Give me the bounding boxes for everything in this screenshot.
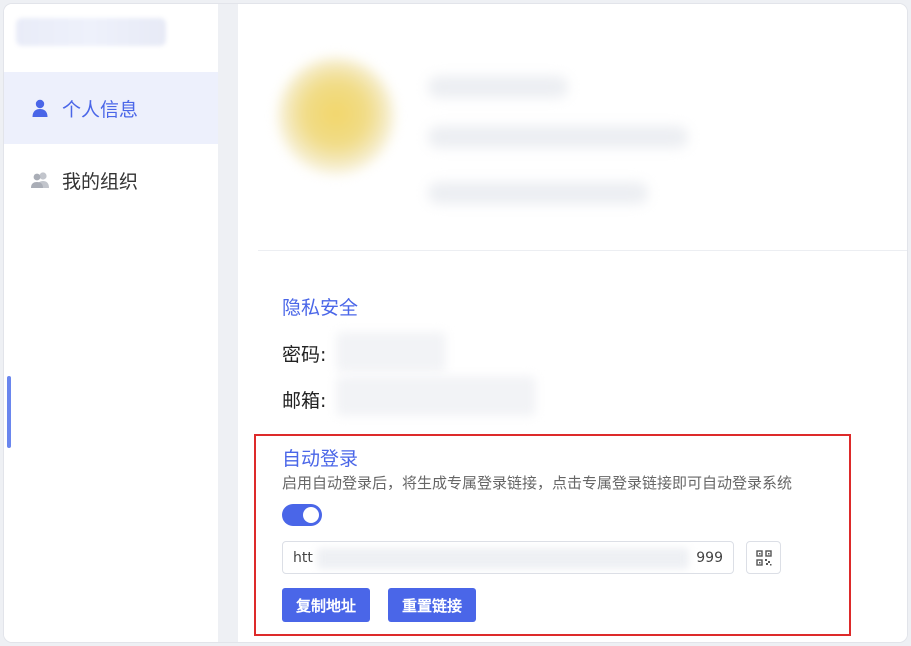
qr-code-button[interactable]	[746, 541, 781, 574]
login-link-field[interactable]: htt 999	[282, 541, 734, 574]
privacy-section-title: 隐私安全	[282, 297, 359, 319]
auto-login-toggle[interactable]	[282, 504, 322, 526]
qr-code-icon	[755, 549, 772, 566]
profile-line-redacted	[428, 182, 648, 204]
auto-login-description: 启用自动登录后，将生成专属登录链接，点击专属登录链接即可自动登录系统	[282, 474, 793, 492]
scrollbar-thumb[interactable]	[7, 376, 11, 448]
email-label: 邮箱:	[282, 390, 327, 412]
email-value-redacted	[336, 376, 536, 416]
password-value-redacted	[336, 332, 446, 372]
profile-line-redacted	[428, 126, 688, 148]
profile-card	[258, 44, 907, 234]
login-link-redacted	[317, 548, 689, 569]
profile-name-redacted	[428, 76, 568, 98]
login-link-start: htt	[293, 550, 313, 566]
main-content: 隐私安全 密码: 邮箱: 自动登录 启用自动登录后，将生成专属登录链接，点击专属…	[238, 4, 907, 642]
sidebar-item-label: 我的组织	[62, 170, 139, 193]
logo	[16, 18, 166, 46]
reset-link-button[interactable]: 重置链接	[388, 588, 477, 622]
sidebar-item-profile[interactable]: 个人信息	[4, 72, 218, 144]
avatar	[278, 58, 394, 174]
password-label: 密码:	[282, 344, 327, 366]
app-window: 个人信息 我的组织 隐私安全 密码: 邮箱: 自动登录 启用自动登录后，将生成专…	[4, 4, 907, 642]
login-link-end: 999	[696, 550, 723, 566]
auto-login-title: 自动登录	[282, 448, 359, 470]
copy-address-button[interactable]: 复制地址	[282, 588, 371, 622]
sidebar: 个人信息 我的组织	[4, 4, 218, 642]
sidebar-item-label: 个人信息	[62, 98, 139, 121]
sidebar-divider	[218, 4, 238, 642]
divider	[258, 250, 907, 251]
user-icon	[32, 99, 48, 117]
sidebar-item-organization[interactable]: 我的组织	[4, 144, 218, 216]
toggle-knob	[303, 507, 319, 523]
users-icon	[31, 172, 49, 188]
